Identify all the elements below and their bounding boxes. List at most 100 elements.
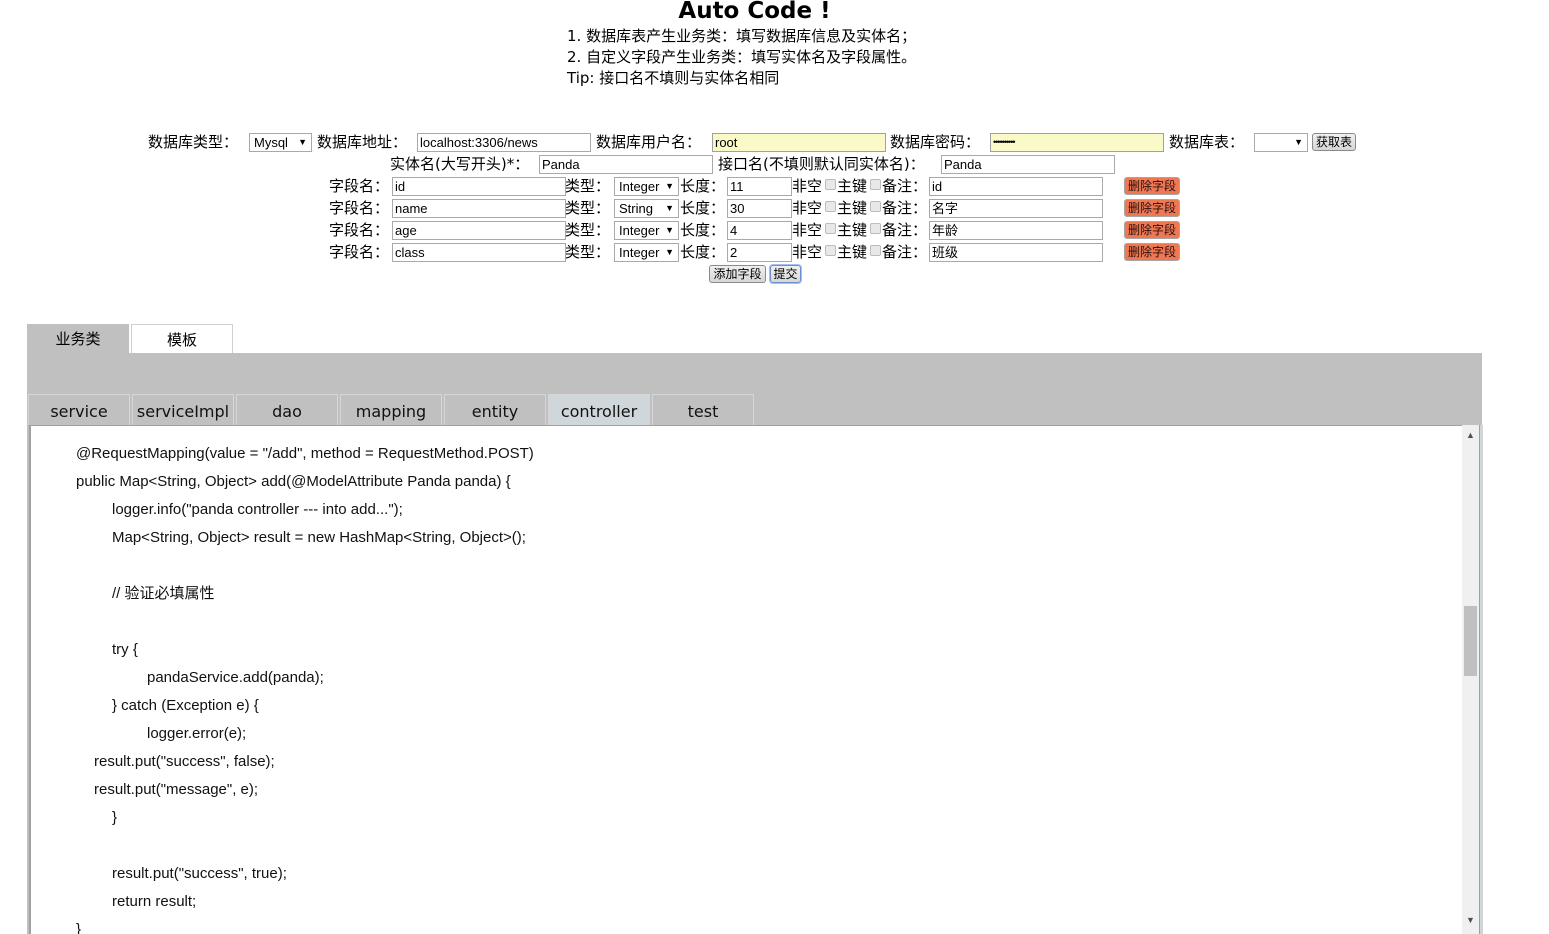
instruction-line: Tip: 接口名不填则与实体名相同 [567, 69, 780, 87]
field-name-label: 字段名： [329, 221, 390, 239]
db-type-value: Mysql [254, 135, 288, 150]
field-row: 字段名： name 类型： String ▼ 长度： 30 非空 主键 备注： 名… [0, 198, 1549, 220]
primary-key-checkbox[interactable] [870, 201, 881, 212]
tab-service[interactable]: service [28, 394, 130, 425]
code-line: result.put("success", false); [94, 753, 275, 770]
not-null-label: 非空 [792, 221, 823, 239]
dropdown-arrow-icon: ▼ [1294, 137, 1303, 147]
tab-business-classes[interactable]: 业务类 [27, 324, 129, 354]
field-length-label: 长度： [680, 221, 726, 239]
dropdown-arrow-icon: ▼ [665, 247, 674, 257]
field-row: 字段名： id 类型： Integer ▼ 长度： 11 非空 主键 备注： id… [0, 176, 1549, 198]
field-type-label: 类型： [565, 221, 611, 239]
tab-mapping[interactable]: mapping [340, 394, 442, 425]
dropdown-arrow-icon: ▼ [665, 225, 674, 235]
field-length-label: 长度： [680, 199, 726, 217]
field-name-label: 字段名： [329, 199, 390, 217]
scroll-down-arrow-icon[interactable]: ▼ [1462, 913, 1479, 927]
code-line: logger.info("panda controller --- into a… [112, 501, 403, 518]
not-null-checkbox[interactable] [825, 245, 836, 256]
field-type-label: 类型： [565, 243, 611, 261]
primary-key-checkbox[interactable] [870, 179, 881, 190]
not-null-checkbox[interactable] [825, 179, 836, 190]
db-password-input[interactable]: •••••••••• [990, 133, 1164, 152]
code-line: public Map<String, Object> add(@ModelAtt… [76, 473, 511, 490]
instructions: 1. 数据库表产生业务类：填写数据库信息及实体名； 2. 自定义字段产生业务类：… [567, 26, 916, 89]
field-comment-input[interactable]: 名字 [929, 199, 1103, 218]
field-type-select[interactable]: String ▼ [614, 199, 679, 218]
scrollbar-thumb[interactable] [1464, 606, 1477, 676]
field-name-label: 字段名： [329, 177, 390, 195]
field-comment-label: 备注： [882, 243, 928, 261]
code-line: logger.error(e); [147, 725, 247, 742]
not-null-label: 非空 [792, 199, 823, 217]
tab-test[interactable]: test [652, 394, 754, 425]
field-length-label: 长度： [680, 243, 726, 261]
instruction-line: 2. 自定义字段产生业务类：填写实体名及字段属性。 [567, 48, 917, 66]
field-comment-label: 备注： [882, 177, 928, 195]
field-type-label: 类型： [565, 177, 611, 195]
delete-field-button[interactable]: 删除字段 [1124, 177, 1180, 195]
code-scrollbar[interactable] [1462, 425, 1479, 934]
field-type-select[interactable]: Integer ▼ [614, 243, 679, 262]
add-field-button[interactable]: 添加字段 [709, 265, 766, 283]
code-line: result.put("success", true); [112, 865, 287, 882]
code-line: } [112, 809, 118, 826]
code-line: result.put("message", e); [94, 781, 259, 798]
code-textarea[interactable]: @RequestMapping(value = "/add", method =… [29, 425, 1462, 934]
field-name-input[interactable]: name [392, 199, 566, 218]
interface-name-input[interactable]: Panda [941, 155, 1115, 174]
instruction-line: 1. 数据库表产生业务类：填写数据库信息及实体名； [567, 27, 917, 45]
primary-key-label: 主键 [837, 177, 868, 195]
code-line: @RequestMapping(value = "/add", method =… [76, 445, 534, 462]
fetch-tables-button[interactable]: 获取表 [1312, 133, 1356, 151]
field-length-input[interactable]: 11 [727, 177, 792, 196]
code-line: return result; [112, 893, 197, 910]
field-comment-label: 备注： [882, 221, 928, 239]
field-row: 字段名： age 类型： Integer ▼ 长度： 4 非空 主键 备注： 年龄… [0, 220, 1549, 242]
entity-name-label: 实体名(大写开头)*： [390, 155, 530, 173]
not-null-label: 非空 [792, 177, 823, 195]
field-comment-input[interactable]: 年龄 [929, 221, 1103, 240]
tab-serviceimpl[interactable]: serviceImpl [132, 394, 234, 425]
delete-field-button[interactable]: 删除字段 [1124, 243, 1180, 261]
db-table-label: 数据库表： [1169, 133, 1245, 151]
primary-key-checkbox[interactable] [870, 245, 881, 256]
field-type-value: String [619, 201, 653, 216]
field-comment-input[interactable]: 班级 [929, 243, 1103, 262]
field-name-input[interactable]: class [392, 243, 566, 262]
field-type-label: 类型： [565, 199, 611, 217]
not-null-checkbox[interactable] [825, 223, 836, 234]
field-length-input[interactable]: 4 [727, 221, 792, 240]
db-url-input[interactable]: localhost:3306/news [417, 133, 591, 152]
not-null-checkbox[interactable] [825, 201, 836, 212]
tab-controller[interactable]: controller [548, 394, 650, 425]
delete-field-button[interactable]: 删除字段 [1124, 221, 1180, 239]
primary-key-checkbox[interactable] [870, 223, 881, 234]
primary-key-label: 主键 [837, 243, 868, 261]
db-type-select[interactable]: Mysql ▼ [249, 133, 312, 152]
tab-dao[interactable]: dao [236, 394, 338, 425]
field-name-input[interactable]: age [392, 221, 566, 240]
db-user-input[interactable]: root [712, 133, 886, 152]
code-line: } [76, 921, 82, 934]
db-table-select[interactable]: ▼ [1254, 133, 1308, 152]
field-name-input[interactable]: id [392, 177, 566, 196]
delete-field-button[interactable]: 删除字段 [1124, 199, 1180, 217]
tab-templates[interactable]: 模板 [131, 324, 233, 354]
field-type-select[interactable]: Integer ▼ [614, 221, 679, 240]
entity-name-input[interactable]: Panda [539, 155, 713, 174]
db-password-label: 数据库密码： [890, 133, 981, 151]
scroll-up-arrow-icon[interactable]: ▲ [1462, 428, 1479, 442]
field-comment-input[interactable]: id [929, 177, 1103, 196]
db-type-label: 数据库类型： [148, 133, 239, 151]
db-user-label: 数据库用户名： [596, 133, 702, 151]
field-length-input[interactable]: 30 [727, 199, 792, 218]
field-length-input[interactable]: 2 [727, 243, 792, 262]
field-type-select[interactable]: Integer ▼ [614, 177, 679, 196]
code-line: pandaService.add(panda); [147, 669, 324, 686]
page-title: Auto Code ! [678, 0, 831, 24]
not-null-label: 非空 [792, 243, 823, 261]
submit-button[interactable]: 提交 [770, 265, 801, 283]
tab-entity[interactable]: entity [444, 394, 546, 425]
